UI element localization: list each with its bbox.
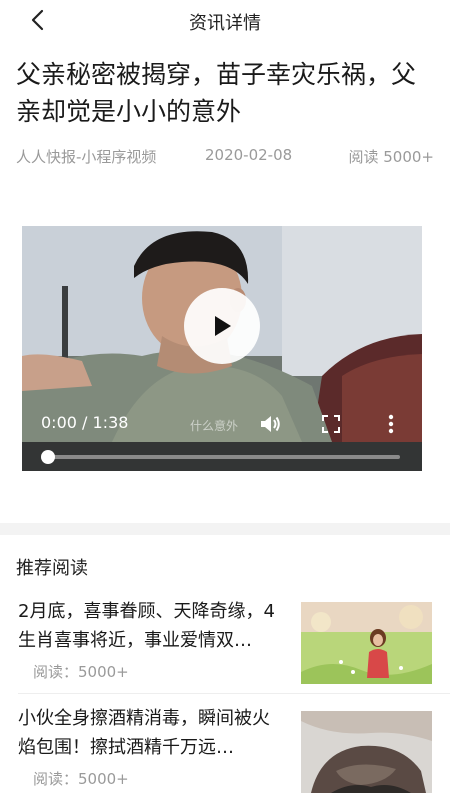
play-button[interactable] — [184, 288, 260, 364]
recommend-item-thumbnail — [301, 711, 432, 793]
recommend-item-title: 小伙全身擦酒精消毒，瞬间被火焰包围！擦拭酒精千万远… — [18, 708, 270, 758]
progress-scrubber[interactable] — [41, 450, 55, 464]
more-vertical-icon — [388, 414, 394, 434]
video-time-display: 0:00 / 1:38 — [41, 413, 129, 432]
fullscreen-button[interactable] — [319, 412, 343, 436]
article-headline: 父亲秘密被揭穿，苗子幸灾乐祸，父亲却觉是小小的意外 — [16, 60, 417, 126]
progress-track[interactable] — [48, 455, 400, 459]
volume-icon — [261, 416, 280, 432]
play-icon — [215, 316, 231, 336]
fullscreen-icon — [322, 415, 340, 433]
article-source: 人人快报-小程序视频 — [16, 148, 157, 166]
section-divider — [0, 523, 450, 535]
more-options-button[interactable] — [379, 412, 403, 436]
video-progress-bar[interactable] — [22, 442, 422, 471]
recommend-item-reads: 阅读：5000+ — [33, 663, 129, 681]
article-read-count: 阅读 5000+ — [348, 148, 434, 166]
recommend-section-title: 推荐阅读 — [16, 558, 88, 579]
video-player[interactable]: 0:00 / 1:38 什么意外 — [22, 226, 422, 471]
recommend-item[interactable]: 2月底，喜事眷顾、天降奇缘，4生肖喜事将近，事业爱情双… 阅读：5000+ — [0, 597, 450, 697]
page-title: 资讯详情 — [189, 13, 261, 34]
list-separator — [18, 693, 450, 694]
recommend-item-title: 2月底，喜事眷顾、天降奇缘，4生肖喜事将近，事业爱情双… — [18, 601, 275, 651]
top-nav-bar: 资讯详情 — [0, 0, 450, 42]
article-date: 2020-02-08 — [205, 146, 293, 164]
recommend-item[interactable]: 小伙全身擦酒精消毒，瞬间被火焰包围！擦拭酒精千万远… 阅读：5000+ — [0, 704, 450, 800]
volume-button[interactable] — [258, 412, 282, 436]
recommend-item-thumbnail — [301, 602, 432, 684]
recommend-item-reads: 阅读：5000+ — [33, 770, 129, 788]
video-watermark: 什么意外 — [190, 419, 239, 433]
